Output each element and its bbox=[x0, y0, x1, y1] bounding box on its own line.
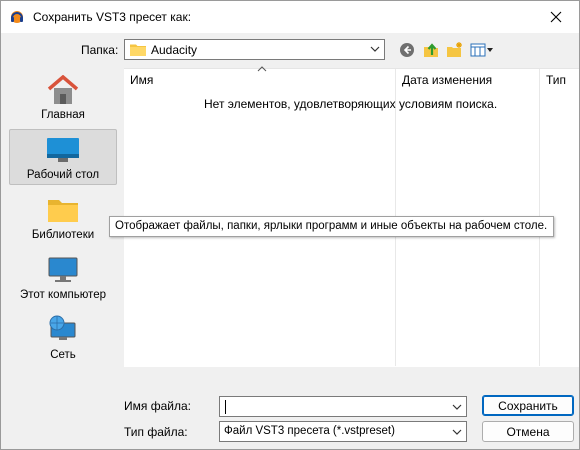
place-desktop[interactable]: Рабочий стол bbox=[9, 129, 117, 185]
empty-message: Нет элементов, удовлетворяющих условиям … bbox=[204, 97, 498, 111]
filename-label: Имя файла: bbox=[124, 399, 191, 413]
libraries-icon bbox=[46, 195, 80, 225]
filetype-select[interactable]: Файл VST3 пресета (*.vstpreset) bbox=[219, 421, 467, 442]
place-network[interactable]: Сеть bbox=[9, 310, 117, 366]
place-this-pc[interactable]: Этот компьютер bbox=[9, 250, 117, 306]
window-title: Сохранить VST3 пресет как: bbox=[33, 10, 192, 24]
up-folder-icon bbox=[424, 43, 438, 57]
title-bar: Сохранить VST3 пресет как: bbox=[1, 1, 579, 33]
filetype-label: Тип файла: bbox=[124, 425, 188, 439]
save-dialog: Сохранить VST3 пресет как: Папка: Audaci… bbox=[0, 0, 580, 450]
view-menu-button[interactable] bbox=[469, 41, 495, 59]
view-menu-icon bbox=[470, 43, 493, 57]
close-icon bbox=[550, 11, 562, 23]
close-button[interactable] bbox=[533, 1, 579, 33]
chevron-down-icon bbox=[370, 46, 380, 52]
audacity-app-icon bbox=[9, 9, 25, 25]
chevron-down-icon bbox=[452, 429, 462, 435]
place-label-desktop: Рабочий стол bbox=[26, 169, 100, 181]
computer-icon bbox=[46, 255, 80, 285]
tooltip: Отображает файлы, папки, ярлыки программ… bbox=[109, 216, 555, 237]
sort-ascending-icon bbox=[257, 66, 267, 72]
column-header-type[interactable]: Тип bbox=[546, 69, 566, 89]
text-caret bbox=[225, 400, 226, 414]
place-label-network: Сеть bbox=[50, 349, 76, 361]
chevron-down-icon[interactable] bbox=[452, 403, 462, 411]
folder-value: Audacity bbox=[151, 43, 198, 57]
cancel-button[interactable]: Отмена bbox=[482, 421, 574, 442]
filetype-value: Файл VST3 пресета (*.vstpreset) bbox=[224, 425, 395, 437]
place-label-this-pc: Этот компьютер bbox=[20, 289, 106, 301]
folder-icon bbox=[130, 43, 146, 56]
column-header-name[interactable]: Имя bbox=[130, 69, 153, 89]
place-label-home: Главная bbox=[41, 109, 85, 121]
filename-input[interactable] bbox=[219, 396, 467, 417]
save-button[interactable]: Сохранить bbox=[482, 395, 574, 416]
network-icon bbox=[46, 315, 80, 345]
desktop-icon bbox=[46, 135, 80, 165]
back-arrow-icon bbox=[400, 43, 414, 57]
place-label-libraries: Библиотеки bbox=[31, 229, 95, 241]
new-folder-icon bbox=[447, 42, 462, 57]
folder-label: Папка: bbox=[81, 43, 119, 57]
column-header-date[interactable]: Дата изменения bbox=[402, 69, 492, 89]
folder-dropdown[interactable]: Audacity bbox=[124, 39, 385, 60]
back-button[interactable] bbox=[398, 41, 416, 59]
new-folder-button[interactable] bbox=[445, 41, 465, 59]
place-libraries[interactable]: Библиотеки bbox=[9, 190, 117, 246]
places-bar: Главная Рабочий стол Библиотеки Этот ком… bbox=[7, 68, 118, 394]
up-folder-button[interactable] bbox=[421, 41, 441, 59]
place-home[interactable]: Главная bbox=[9, 70, 117, 126]
home-icon bbox=[46, 75, 80, 105]
